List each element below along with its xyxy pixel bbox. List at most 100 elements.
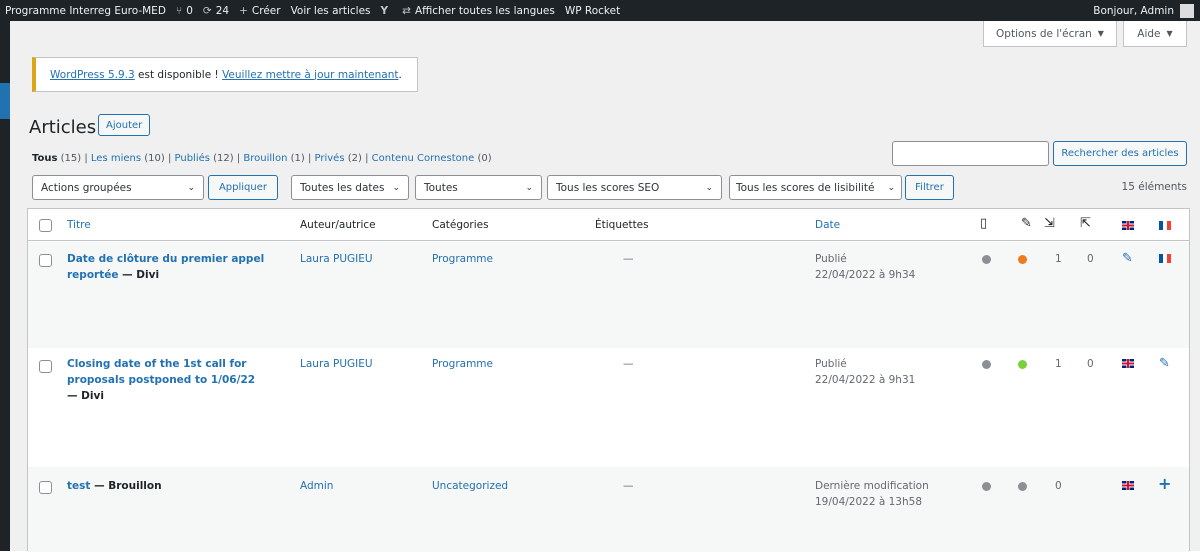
seo-score-icon[interactable]: ▯	[980, 217, 987, 230]
table-row: Closing date of the 1st call for proposa…	[28, 348, 1189, 467]
filter-private-link[interactable]: Privés	[315, 153, 345, 164]
languages-menu[interactable]: ⇄ Afficher toutes les langues	[397, 0, 560, 21]
post-title-link[interactable]: Closing date of the 1st call for proposa…	[67, 356, 267, 404]
plus-icon[interactable]: +	[1158, 476, 1171, 492]
filter-button[interactable]: Filtrer	[905, 175, 954, 200]
filter-private-count: (2)	[347, 153, 362, 164]
wp-rocket-menu[interactable]: WP Rocket	[560, 0, 625, 21]
seo-score-filter-select[interactable]: Tous les scores SEO ⌄	[547, 175, 722, 200]
plus-icon: +	[239, 4, 248, 17]
pencil-icon[interactable]: ✎	[1159, 357, 1170, 370]
chevron-down-icon: ⌄	[705, 182, 713, 193]
post-state: — Divi	[67, 390, 104, 402]
wp-rocket-label: WP Rocket	[564, 4, 621, 17]
readability-filter-select[interactable]: Tous les scores de lisibilité ⌄	[729, 175, 902, 200]
search-input[interactable]	[892, 141, 1049, 166]
feather-icon[interactable]: ✎	[1021, 217, 1032, 230]
add-new-button[interactable]: Ajouter	[98, 114, 151, 136]
post-title: test	[67, 480, 91, 492]
create-menu[interactable]: + Créer	[234, 0, 285, 21]
filter-draft-link[interactable]: Brouillon	[243, 153, 287, 164]
post-state: — Brouillon	[90, 480, 162, 492]
wordpress-version-link[interactable]: WordPress 5.9.3	[50, 69, 135, 81]
bulk-actions-select[interactable]: Actions groupées ⌄	[32, 175, 204, 200]
filter-draft-count: (1)	[290, 153, 305, 164]
filter-published-count: (12)	[213, 153, 234, 164]
post-title-link[interactable]: Date de clôture du premier appel reporté…	[67, 251, 267, 283]
seo-score-dot	[982, 482, 991, 491]
notice-end: .	[398, 68, 402, 81]
avatar	[1180, 3, 1194, 18]
incoming-links-icon[interactable]: ⇲	[1044, 217, 1055, 230]
yoast-menu[interactable]: Y	[376, 0, 398, 21]
post-title: Closing date of the 1st call for proposa…	[67, 358, 256, 386]
author-link[interactable]: Laura PUGIEU	[300, 358, 373, 370]
update-now-link[interactable]: Veuillez mettre à jour maintenant	[222, 69, 398, 81]
seo-score-dot	[982, 255, 991, 264]
greeting-label: Bonjour, Admin	[1093, 4, 1174, 17]
column-author: Auteur/autrice	[300, 219, 376, 231]
search-posts-button[interactable]: Rechercher des articles	[1053, 141, 1187, 166]
revisions-item[interactable]: ⑂ 0	[171, 0, 198, 21]
filter-mine-count: (10)	[144, 153, 165, 164]
page-title: Articles	[29, 117, 97, 138]
filter-all-count: (15)	[60, 153, 82, 164]
uk-flag-icon[interactable]	[1122, 359, 1134, 368]
incoming-links-count: 0	[1055, 480, 1062, 492]
category-filter-select[interactable]: Toutes ⌄	[415, 175, 542, 200]
date-filter-select[interactable]: Toutes les dates ⌄	[291, 175, 409, 200]
post-title-link[interactable]: test — Brouillon	[67, 478, 267, 494]
tags-value: —	[623, 480, 634, 492]
table-row: Date de clôture du premier appel reporté…	[28, 242, 1189, 348]
category-link[interactable]: Uncategorized	[432, 480, 508, 492]
fr-flag-icon	[1159, 221, 1171, 230]
my-account-menu[interactable]: Bonjour, Admin	[1093, 3, 1200, 18]
admin-menu-edge	[0, 21, 10, 551]
filter-mine-link[interactable]: Les miens	[91, 153, 141, 164]
pencil-icon[interactable]: ✎	[1122, 252, 1133, 265]
admin-menu-current-indicator	[0, 83, 10, 119]
date-value: 19/04/2022 à 13h58	[815, 496, 923, 508]
uk-flag-icon[interactable]	[1122, 481, 1134, 490]
column-date-sort[interactable]: Date	[815, 219, 840, 231]
caret-down-icon: ▼	[1166, 29, 1173, 38]
author-link[interactable]: Admin	[300, 480, 333, 492]
incoming-links-count: 1	[1055, 253, 1062, 265]
updates-count: 24	[215, 4, 230, 17]
category-link[interactable]: Programme	[432, 253, 493, 265]
readability-score-dot	[1018, 482, 1027, 491]
view-posts-link[interactable]: Voir les articles	[286, 0, 376, 21]
seo-score-dot	[982, 360, 991, 369]
readability-score-dot	[1018, 360, 1027, 369]
date-value: 22/04/2022 à 9h31	[815, 374, 916, 386]
help-button[interactable]: Aide ▼	[1123, 21, 1187, 47]
column-title-sort[interactable]: Titre	[67, 219, 91, 231]
apply-button[interactable]: Appliquer	[208, 175, 278, 200]
table-row: test — Brouillon Admin Uncategorized — D…	[28, 467, 1189, 552]
filter-cornerstone-count: (0)	[477, 153, 492, 164]
chevron-down-icon: ⌄	[392, 182, 400, 193]
author-link[interactable]: Laura PUGIEU	[300, 253, 373, 265]
outgoing-links-count: 0	[1087, 358, 1094, 370]
category-link[interactable]: Programme	[432, 358, 493, 370]
row-checkbox[interactable]	[39, 254, 52, 267]
filter-all-link[interactable]: Tous	[32, 153, 57, 164]
screen-options-button[interactable]: Options de l'écran ▼	[983, 21, 1117, 47]
caret-down-icon: ▼	[1097, 29, 1104, 38]
row-checkbox[interactable]	[39, 481, 52, 494]
help-label: Aide	[1137, 27, 1161, 40]
site-name-label: Programme Interreg Euro-MED	[5, 4, 166, 17]
tags-value: —	[623, 253, 634, 265]
row-checkbox[interactable]	[39, 360, 52, 373]
posts-table: Titre Auteur/autrice Catégories Étiquett…	[27, 208, 1190, 552]
fr-flag-icon[interactable]	[1159, 254, 1171, 263]
select-all-checkbox[interactable]	[39, 219, 52, 232]
filter-cornerstone-link[interactable]: Contenu Cornestone	[372, 153, 475, 164]
outgoing-links-icon[interactable]: ⇱	[1080, 217, 1091, 230]
uk-flag-icon	[1122, 221, 1134, 230]
chevron-down-icon: ⌄	[887, 182, 895, 193]
outgoing-links-count: 0	[1087, 253, 1094, 265]
site-name-link[interactable]: Programme Interreg Euro-MED	[0, 0, 171, 21]
updates-item[interactable]: ⟳ 24	[198, 0, 234, 21]
filter-published-link[interactable]: Publiés	[175, 153, 210, 164]
